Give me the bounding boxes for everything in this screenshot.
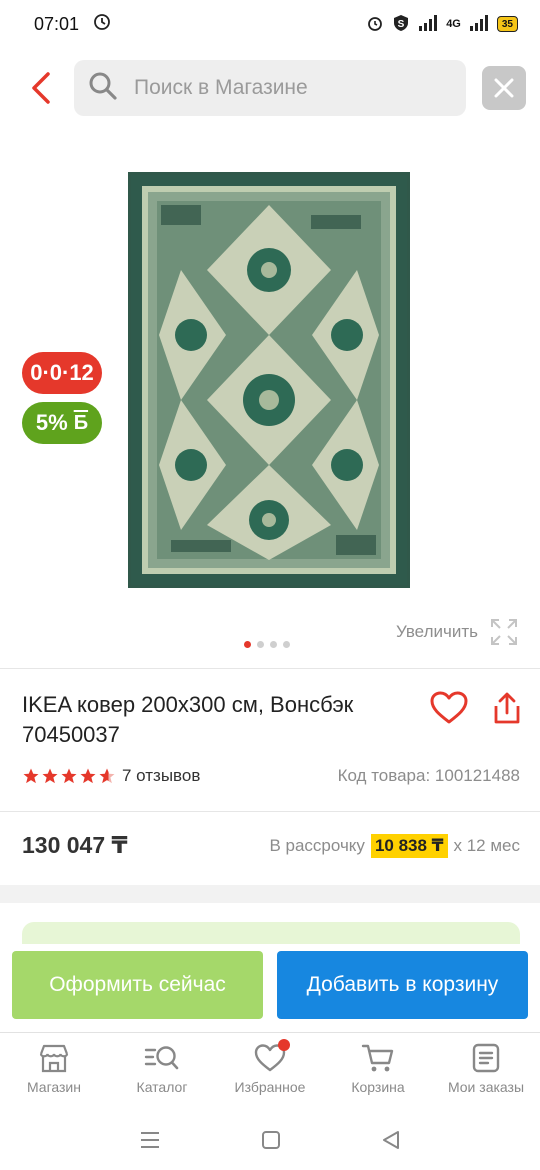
rug-pattern-image bbox=[131, 175, 407, 585]
catalog-search-icon bbox=[144, 1046, 179, 1070]
tab-label: Мои заказы bbox=[447, 1079, 525, 1095]
product-image[interactable] bbox=[128, 172, 410, 588]
bottom-tab-bar: Магазин Каталог Избранное Корзина Мои за… bbox=[0, 1032, 540, 1108]
star-icon bbox=[61, 768, 77, 784]
zoom-label: Увеличить bbox=[396, 622, 478, 641]
star-icon bbox=[42, 768, 58, 784]
zoom-button[interactable]: Увеличить bbox=[396, 618, 518, 646]
close-button[interactable] bbox=[482, 66, 526, 110]
star-icon bbox=[23, 768, 39, 784]
rating-row: 7 отзывов Код товара: 100121488 bbox=[22, 766, 520, 786]
back-button[interactable] bbox=[24, 70, 58, 106]
gallery-pagination bbox=[244, 641, 290, 648]
tab-label: Каталог bbox=[136, 1079, 188, 1095]
product-gallery[interactable]: 0·0·12 5% Б Увеличить bbox=[0, 130, 540, 658]
back-triangle-icon[interactable] bbox=[381, 1130, 401, 1150]
tab-cart[interactable]: Корзина bbox=[324, 1033, 432, 1108]
expand-icon bbox=[491, 619, 517, 645]
bonus-percent: 5% bbox=[35, 410, 68, 435]
orders-icon bbox=[472, 1043, 500, 1073]
signal-icon bbox=[418, 14, 438, 34]
action-bar: Оформить сейчас Добавить в корзину bbox=[0, 944, 540, 1032]
heart-icon bbox=[430, 691, 468, 724]
checkout-now-button[interactable]: Оформить сейчас bbox=[12, 951, 263, 1019]
signal-icon-2 bbox=[469, 14, 489, 34]
installment-amount: 10 838 ₸ bbox=[370, 833, 448, 858]
battery-indicator: 35 bbox=[496, 16, 518, 32]
alarm-clock-icon bbox=[366, 14, 384, 35]
favorite-button[interactable] bbox=[429, 688, 469, 728]
divider bbox=[0, 811, 540, 812]
share-icon bbox=[494, 692, 520, 724]
chevron-left-icon bbox=[32, 72, 50, 104]
star-icon bbox=[80, 768, 96, 784]
search-placeholder: Поиск в Магазине bbox=[134, 76, 308, 99]
search-icon bbox=[88, 71, 118, 106]
product-sku: Код товара: 100121488 bbox=[337, 766, 520, 785]
bonus-badge: 5% Б bbox=[22, 402, 102, 444]
store-icon bbox=[39, 1044, 69, 1073]
price-row: 130 047 ₸ В рассрочку 10 838 ₸ x 12 мес bbox=[22, 832, 520, 859]
pagination-dot[interactable] bbox=[283, 641, 290, 648]
search-input[interactable]: Поиск в Магазине bbox=[74, 60, 466, 116]
add-to-cart-button[interactable]: Добавить в корзину bbox=[277, 951, 528, 1019]
product-title: IKEA ковер 200x300 см, Вонсбэк 70450037 bbox=[22, 692, 354, 747]
tab-label: Магазин bbox=[26, 1079, 81, 1095]
status-bar: 07:01 S 4G 35 bbox=[0, 0, 540, 48]
home-icon[interactable] bbox=[261, 1130, 281, 1150]
tab-store[interactable]: Магазин bbox=[0, 1033, 108, 1108]
tab-label: Корзина bbox=[351, 1079, 405, 1095]
installment-info[interactable]: В рассрочку 10 838 ₸ x 12 мес bbox=[269, 833, 521, 858]
alarm-status-icon bbox=[93, 13, 111, 36]
shield-s-icon: S bbox=[392, 14, 410, 35]
divider bbox=[0, 668, 540, 669]
reviews-link[interactable]: 7 отзывов bbox=[122, 766, 200, 786]
battery-level: 35 bbox=[501, 18, 513, 30]
product-price: 130 047 ₸ bbox=[22, 832, 128, 858]
star-half-icon bbox=[99, 768, 115, 784]
share-button[interactable] bbox=[490, 688, 524, 728]
installment-prefix: В рассрочку bbox=[269, 835, 365, 855]
section-separator bbox=[0, 885, 540, 903]
installment-badge: 0·0·12 bbox=[22, 352, 102, 394]
bonus-suffix: Б bbox=[73, 411, 89, 434]
cart-icon bbox=[361, 1044, 394, 1072]
pagination-dot[interactable] bbox=[257, 641, 264, 648]
tab-label: Избранное bbox=[234, 1079, 306, 1095]
tab-my-orders[interactable]: Мои заказы bbox=[432, 1033, 540, 1108]
notification-dot bbox=[278, 1039, 290, 1051]
tab-catalog[interactable]: Каталог bbox=[108, 1033, 216, 1108]
menu-icon[interactable] bbox=[139, 1130, 161, 1150]
network-type: 4G bbox=[446, 18, 461, 30]
pagination-dot[interactable] bbox=[244, 641, 251, 648]
pagination-dot[interactable] bbox=[270, 641, 277, 648]
close-icon bbox=[494, 78, 514, 98]
system-nav-bar bbox=[0, 1110, 540, 1170]
installment-suffix: x 12 мес bbox=[453, 835, 521, 855]
top-bar: Поиск в Магазине bbox=[0, 56, 540, 120]
svg-text:S: S bbox=[398, 19, 405, 30]
tab-favorites[interactable]: Избранное bbox=[216, 1033, 324, 1108]
status-time: 07:01 bbox=[34, 13, 80, 34]
rating-stars[interactable] bbox=[22, 767, 116, 785]
